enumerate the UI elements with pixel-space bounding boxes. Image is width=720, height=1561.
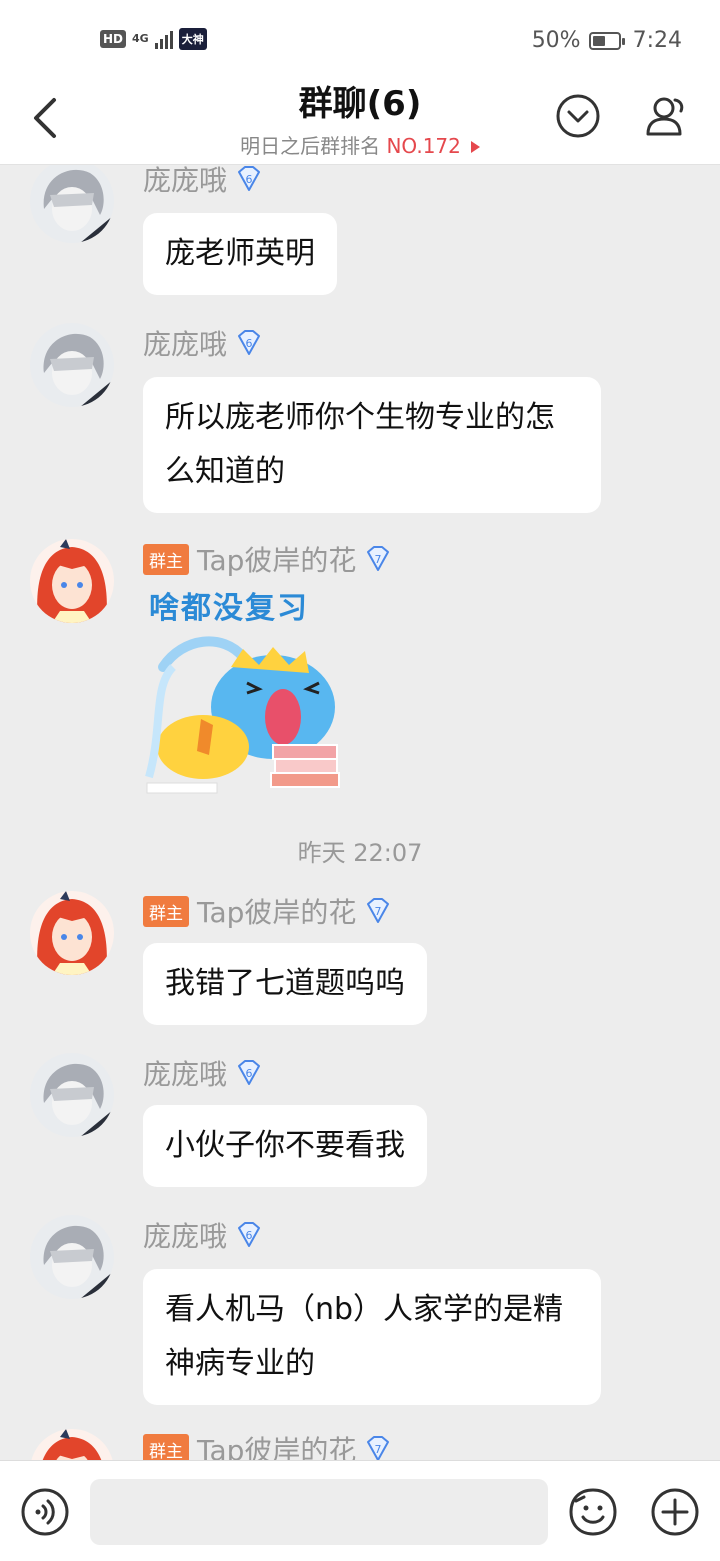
level-diamond-icon: 7 <box>367 1436 390 1460</box>
rank-arrow-icon <box>470 141 480 153</box>
level-diamond-icon: 7 <box>367 898 390 923</box>
sender-name[interactable]: 庞庞哦 <box>143 165 227 199</box>
avatar[interactable] <box>30 891 114 975</box>
sender-row: 群主 Tap彼岸的花 7 <box>143 1429 392 1460</box>
sender-row: 群主 Tap彼岸的花 7 <box>143 539 392 579</box>
timestamp: 昨天 22:07 <box>297 839 423 867</box>
battery-fill <box>592 35 605 46</box>
svg-text:7: 7 <box>375 905 382 918</box>
message-bubble[interactable]: 所以庞老师你个生物专业的怎么知道的 <box>143 377 601 513</box>
level-diamond-icon: 6 <box>238 330 261 355</box>
svg-text:6: 6 <box>246 337 253 350</box>
owner-badge: 群主 <box>143 1433 189 1460</box>
sticker-caption: 啥都没复习 <box>149 591 309 626</box>
input-bar <box>0 1460 720 1561</box>
message-bubble[interactable]: 看人机马（nb）人家学的是精神病专业的 <box>143 1269 601 1405</box>
status-left: HD 4G 大神 <box>100 28 207 50</box>
app-badge: 大神 <box>178 28 207 50</box>
avatar[interactable] <box>30 539 114 623</box>
hd-badge: HD <box>100 30 127 48</box>
group-rank[interactable]: 明日之后群排名 NO.172 <box>0 130 720 159</box>
plus-icon[interactable] <box>650 1487 700 1537</box>
level-diamond-icon: 6 <box>238 166 261 191</box>
sender-name[interactable]: 庞庞哦 <box>143 1215 227 1255</box>
sticker-image[interactable]: 啥都没复习 <box>143 583 347 794</box>
avatar[interactable] <box>30 323 114 407</box>
owner-badge: 群主 <box>143 543 189 575</box>
level-diamond-icon: 6 <box>238 1060 261 1085</box>
avatar[interactable] <box>30 165 114 243</box>
sender-name[interactable]: Tap彼岸的花 <box>197 1429 356 1460</box>
network-type: 4G <box>132 32 149 45</box>
battery-percent: 50% <box>531 28 581 53</box>
svg-text:6: 6 <box>246 1067 253 1080</box>
svg-text:6: 6 <box>246 173 253 186</box>
sender-row: 群主 Tap彼岸的花 7 <box>143 891 392 931</box>
rank-value: NO.172 <box>386 134 461 158</box>
rank-label: 明日之后群排名 <box>240 134 387 158</box>
emoji-icon[interactable] <box>568 1487 618 1537</box>
level-diamond-icon: 7 <box>367 546 390 571</box>
message-bubble[interactable]: 小伙子你不要看我 <box>143 1105 427 1187</box>
svg-text:7: 7 <box>375 1443 382 1456</box>
chat-title: 群聊(6) <box>298 84 422 124</box>
owner-badge: 群主 <box>143 895 189 927</box>
avatar[interactable] <box>30 1215 114 1299</box>
message-bubble[interactable]: 庞老师英明 <box>143 213 337 295</box>
sender-row: 庞庞哦 6 <box>143 323 263 363</box>
sender-name[interactable]: 庞庞哦 <box>143 323 227 363</box>
chat-header: 群聊(6) 明日之后群排名 NO.172 <box>0 84 720 165</box>
sender-name[interactable]: 庞庞哦 <box>143 1053 227 1093</box>
crying-blob-sticker <box>145 636 340 794</box>
sender-row: 庞庞哦 6 <box>143 165 263 199</box>
group-members-icon[interactable] <box>640 92 688 140</box>
avatar[interactable] <box>30 1429 114 1460</box>
status-bar: HD 4G 大神 50% 7:24 <box>0 0 720 84</box>
message-bubble[interactable]: 我错了七道题呜呜 <box>143 943 427 1025</box>
sender-name[interactable]: Tap彼岸的花 <box>197 891 356 931</box>
avatar[interactable] <box>30 1053 114 1137</box>
sender-row: 庞庞哦 6 <box>143 1053 263 1093</box>
sender-name[interactable]: Tap彼岸的花 <box>197 539 356 579</box>
message-input[interactable] <box>90 1479 548 1545</box>
signal-icon <box>154 29 173 49</box>
battery-icon <box>588 31 625 50</box>
level-diamond-icon: 6 <box>238 1222 261 1247</box>
chat-messages[interactable]: 庞庞哦 6 庞老师英明 庞庞哦 6 所以庞老师你个生物专业的怎么知道的 群主 T… <box>0 165 720 1460</box>
svg-text:6: 6 <box>246 1229 253 1242</box>
status-right: 50% 7:24 <box>532 28 682 53</box>
clock: 7:24 <box>632 28 682 53</box>
voice-icon[interactable] <box>20 1487 70 1537</box>
sender-row: 庞庞哦 6 <box>143 1215 263 1255</box>
chevron-down-circle-icon[interactable] <box>554 92 602 140</box>
svg-text:7: 7 <box>375 553 382 566</box>
